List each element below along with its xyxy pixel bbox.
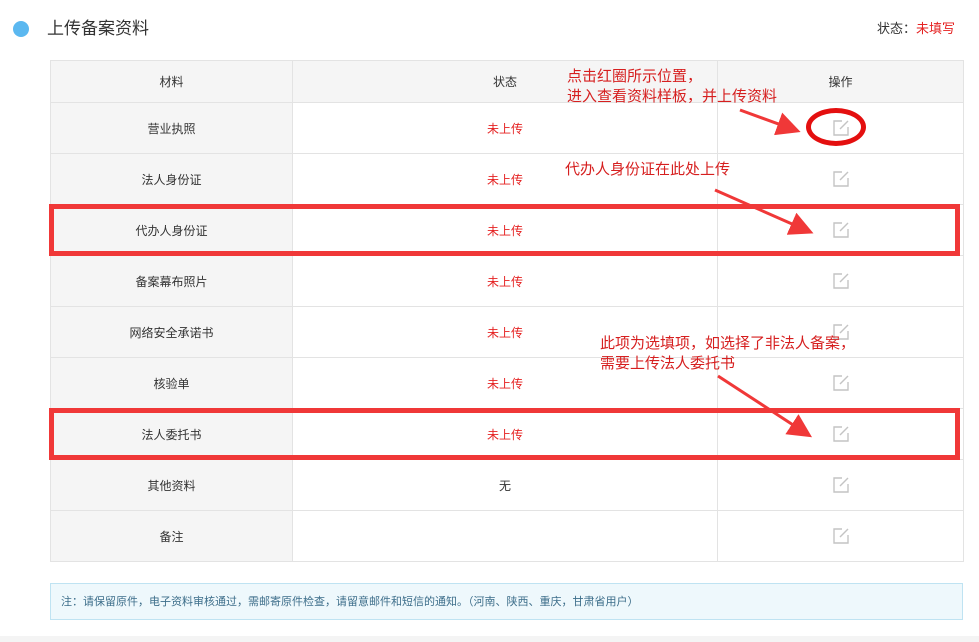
table-row: 备注 (50, 510, 964, 562)
status-label: 状态： (876, 22, 916, 37)
material-name: 营业执照 (50, 102, 293, 154)
status-value: 未填写 (915, 22, 955, 37)
action-cell (717, 459, 964, 511)
highlight-agent-id-row (49, 204, 960, 256)
material-name: 网络安全承诺书 (50, 306, 293, 358)
annotation-upload-hint: 点击红圈所示位置， 进入查看资料样板，并上传资料 (567, 66, 777, 106)
edit-icon[interactable] (831, 475, 851, 495)
action-cell (717, 153, 964, 205)
section-title: 上传备案资料 (47, 19, 149, 39)
annotation-authorization-line2: 需要上传法人委托书 (600, 354, 736, 372)
material-name: 法人身份证 (50, 153, 293, 205)
bottom-divider (0, 636, 979, 642)
material-name: 其他资料 (50, 459, 293, 511)
table-row: 其他资料无 (50, 459, 964, 511)
upload-status: 未上传 (292, 102, 718, 154)
action-cell (717, 255, 964, 307)
table-row: 法人身份证 未上传 (50, 153, 964, 205)
edit-icon[interactable] (831, 169, 851, 189)
annotation-agent-id: 代办人身份证在此处上传 (565, 160, 731, 178)
annotation-upload-hint-line2: 进入查看资料样板，并上传资料 (567, 87, 778, 105)
highlight-circle (806, 108, 866, 146)
column-header-material: 材料 (50, 60, 293, 103)
action-cell (717, 510, 964, 562)
table-row: 备案幕布照片 未上传 (50, 255, 964, 307)
edit-icon[interactable] (831, 271, 851, 291)
section-dot-icon (13, 21, 29, 37)
material-name: 备注 (50, 510, 293, 562)
edit-icon[interactable] (831, 526, 851, 546)
material-name: 核验单 (50, 357, 293, 409)
annotation-upload-hint-line1: 点击红圈所示位置， (567, 67, 703, 85)
table-header-row: 材料 状态 操作 (50, 60, 964, 103)
material-name: 备案幕布照片 (50, 255, 293, 307)
form-status: 状态：未填写 (877, 21, 955, 39)
page-header: 上传备案资料 状态：未填写 (0, 0, 979, 60)
upload-status: 无 (292, 459, 718, 511)
notice-box: 注：请保留原件，电子资料审核通过，需邮寄原件检查，请留意邮件和短信的通知。（河南… (50, 583, 963, 620)
upload-status: 未上传 (292, 255, 718, 307)
annotation-authorization: 此项为选填项，如选择了非法人备案， 需要上传法人委托书 (600, 333, 855, 373)
edit-icon[interactable] (831, 373, 851, 393)
annotation-authorization-line1: 此项为选填项，如选择了非法人备案， (600, 334, 856, 352)
highlight-authorization-row (49, 408, 960, 460)
upload-status (292, 510, 718, 562)
